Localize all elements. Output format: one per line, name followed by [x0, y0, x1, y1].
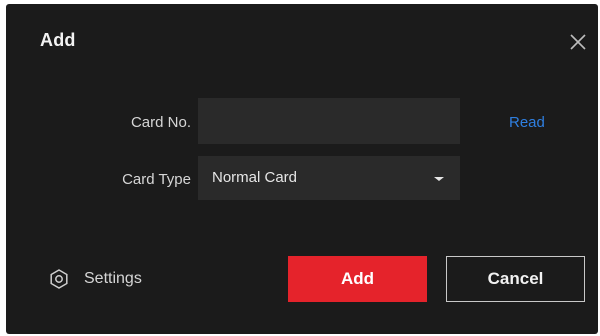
gear-icon [48, 268, 70, 290]
card-type-label: Card Type [122, 171, 191, 188]
chevron-down-icon [434, 177, 444, 181]
read-link[interactable]: Read [509, 114, 545, 131]
card-no-input[interactable] [198, 98, 460, 144]
add-button[interactable]: Add [288, 256, 427, 302]
card-no-label: Card No. [130, 114, 191, 131]
add-card-dialog: Add Card No. Read Card Type Normal Card … [6, 4, 598, 334]
card-type-selected-value: Normal Card [212, 169, 298, 186]
cancel-button[interactable]: Cancel [446, 256, 585, 302]
settings-label: Settings [84, 270, 142, 287]
card-type-select[interactable]: Normal Card [198, 156, 460, 200]
close-icon[interactable] [566, 30, 590, 54]
dialog-title: Add [40, 30, 76, 50]
